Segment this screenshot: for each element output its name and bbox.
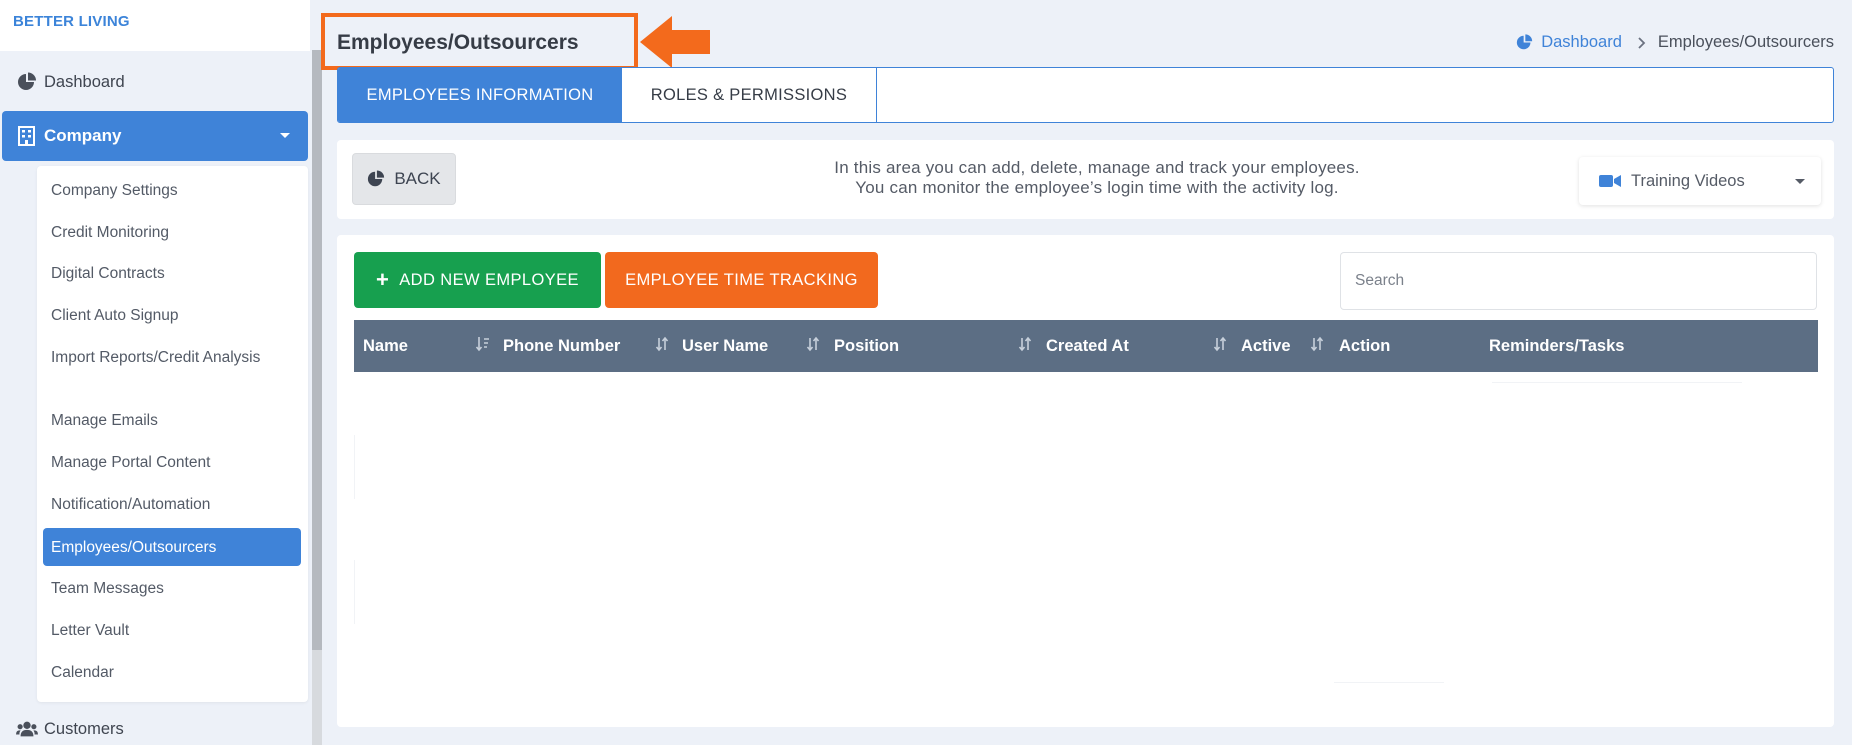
training-videos-dropdown[interactable]: Training Videos: [1579, 157, 1821, 205]
submenu-item-letter-vault[interactable]: Letter Vault: [51, 619, 129, 642]
pie-chart-icon: [367, 170, 385, 188]
column-header-user-name[interactable]: User Name: [682, 320, 768, 372]
info-line-1: In this area you can add, delete, manage…: [834, 158, 1360, 177]
page-title: Employees/Outsourcers: [337, 31, 579, 54]
column-header-position[interactable]: Position: [834, 320, 899, 372]
add-new-employee-label: ADD NEW EMPLOYEE: [399, 270, 579, 289]
users-icon: [16, 718, 38, 740]
table-header: Name Phone Number User Name Position Cre…: [354, 320, 1818, 372]
pie-chart-icon: [16, 71, 38, 93]
submenu-item-company-settings[interactable]: Company Settings: [51, 179, 178, 202]
submenu-item-calendar[interactable]: Calendar: [51, 661, 114, 684]
sidebar-scroll-track[interactable]: [312, 650, 322, 745]
building-icon: [18, 126, 35, 146]
info-card: BACK In this area you can add, delete, m…: [337, 140, 1834, 219]
employees-card: + ADD NEW EMPLOYEE EMPLOYEE TIME TRACKIN…: [337, 235, 1834, 727]
sort-icon[interactable]: [1310, 336, 1324, 352]
caret-down-icon: [1795, 179, 1805, 184]
sidebar-item-label: Customers: [44, 719, 124, 738]
submenu-item-team-messages[interactable]: Team Messages: [51, 577, 164, 600]
video-camera-icon: [1599, 174, 1621, 188]
tab-bar: EMPLOYEES INFORMATION ROLES & PERMISSION…: [337, 67, 1834, 123]
column-header-created-at[interactable]: Created At: [1046, 320, 1129, 372]
column-header-action: Action: [1339, 336, 1391, 355]
caret-down-icon: [280, 133, 290, 138]
breadcrumb: Dashboard Employees/Outsourcers: [1516, 33, 1834, 52]
column-header-name[interactable]: Name: [363, 320, 408, 372]
company-submenu: Company Settings Credit Monitoring Digit…: [37, 166, 308, 702]
sidebar: BETTER LIVING Dashboard Company Company …: [0, 0, 322, 745]
sidebar-item-label: Dashboard: [44, 72, 125, 91]
sidebar-item-customers[interactable]: Customers: [16, 714, 124, 744]
sidebar-scrollbar[interactable]: [312, 50, 322, 650]
training-videos-label: Training Videos: [1631, 171, 1745, 190]
sidebar-item-dashboard[interactable]: Dashboard: [16, 67, 125, 97]
sort-icon[interactable]: [1213, 336, 1227, 352]
column-header-phone-number[interactable]: Phone Number: [503, 320, 620, 372]
submenu-item-credit-monitoring[interactable]: Credit Monitoring: [51, 221, 169, 244]
breadcrumb-current: Employees/Outsourcers: [1657, 33, 1834, 51]
submenu-item-import-reports[interactable]: Import Reports/Credit Analysis: [51, 346, 281, 369]
sort-icon[interactable]: [1018, 336, 1032, 352]
column-header-reminders-tasks: Reminders/Tasks: [1489, 336, 1625, 355]
breadcrumb-home-label: Dashboard: [1541, 33, 1622, 51]
submenu-item-notification-automation[interactable]: Notification/Automation: [51, 493, 210, 516]
back-button[interactable]: BACK: [352, 153, 456, 205]
sort-icon[interactable]: [655, 336, 669, 352]
chevron-right-icon: [1638, 36, 1646, 49]
tab-employees-information[interactable]: EMPLOYEES INFORMATION: [338, 68, 622, 122]
plus-icon: +: [376, 267, 390, 292]
submenu-item-manage-portal-content[interactable]: Manage Portal Content: [51, 451, 210, 474]
column-header-active[interactable]: Active: [1241, 320, 1291, 372]
sidebar-item-company[interactable]: Company: [2, 111, 308, 161]
info-description: In this area you can add, delete, manage…: [717, 158, 1477, 198]
add-new-employee-button[interactable]: + ADD NEW EMPLOYEE: [354, 252, 601, 308]
table-divider: [1334, 682, 1444, 683]
highlight-arrow-icon: [640, 16, 710, 68]
employee-time-tracking-button[interactable]: EMPLOYEE TIME TRACKING: [605, 252, 878, 308]
submenu-item-employees-outsourcers[interactable]: Employees/Outsourcers: [43, 528, 301, 566]
sidebar-item-label: Company: [44, 126, 122, 145]
search-input[interactable]: [1340, 252, 1817, 310]
submenu-item-digital-contracts[interactable]: Digital Contracts: [51, 262, 165, 285]
submenu-item-client-auto-signup[interactable]: Client Auto Signup: [51, 304, 179, 327]
info-line-2: You can monitor the employee’s login tim…: [855, 178, 1339, 197]
pie-chart-icon: [1516, 34, 1533, 51]
table-divider: [354, 435, 355, 499]
brand-logo[interactable]: BETTER LIVING: [0, 0, 310, 51]
sort-icon[interactable]: [806, 336, 820, 352]
table-divider: [1492, 382, 1742, 383]
sort-asc-icon[interactable]: [476, 336, 490, 352]
tab-roles-permissions[interactable]: ROLES & PERMISSIONS: [622, 68, 877, 122]
back-button-label: BACK: [394, 169, 441, 188]
breadcrumb-home[interactable]: Dashboard: [1516, 33, 1622, 52]
table-divider: [354, 560, 355, 624]
submenu-item-manage-emails[interactable]: Manage Emails: [51, 409, 158, 432]
